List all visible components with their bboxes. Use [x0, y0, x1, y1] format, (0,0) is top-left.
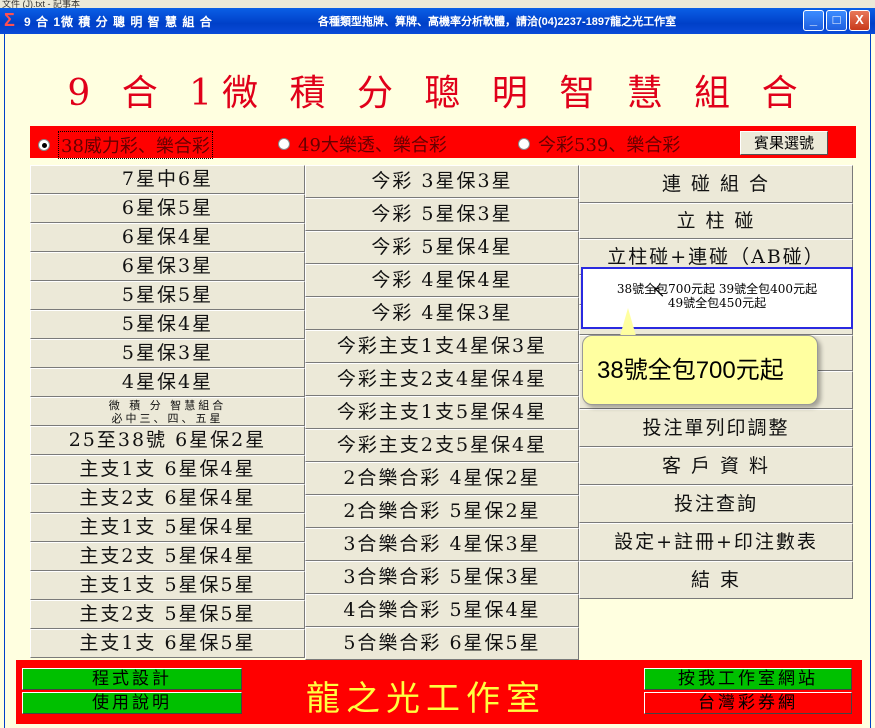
price-balloon: 38號全包700元起 [582, 335, 818, 405]
radio-49-label: 49大樂透、樂合彩 [298, 135, 447, 156]
col2-button-14[interactable]: 5合樂合彩 6星保5星 [305, 627, 579, 660]
col1-button-10[interactable]: 主支1支 6星保4星 [30, 455, 305, 484]
col2-button-12[interactable]: 3合樂合彩 5星保3星 [305, 561, 579, 594]
col3-button-8[interactable]: 客 戶 資 料 [579, 447, 853, 485]
col1-button-15[interactable]: 主支2支 5星保5星 [30, 600, 305, 629]
mouse-cursor-icon: ↖ [652, 282, 666, 301]
maximize-button[interactable]: □ [826, 10, 847, 31]
col1-button-3[interactable]: 6星保3星 [30, 252, 305, 281]
col3-button-10[interactable]: 設定+註冊+印注數表 [579, 523, 853, 561]
col2-button-4[interactable]: 今彩 4星保3星 [305, 297, 579, 330]
col1-button-11[interactable]: 主支2支 6星保4星 [30, 484, 305, 513]
col2-button-9[interactable]: 2合樂合彩 4星保2星 [305, 462, 579, 495]
col1-button-5[interactable]: 5星保4星 [30, 310, 305, 339]
studio-name: 龍之光工作室 [306, 679, 546, 719]
col3-button-0[interactable]: 連 碰 組 合 [579, 165, 853, 203]
window-subtitle: 各種類型拖牌、算牌、高機率分析軟體，請洽(04)2237-1897龍之光工作室 [318, 16, 677, 28]
col3-button-9[interactable]: 投注查詢 [579, 485, 853, 523]
radio-38-label: 38威力彩、樂合彩 [58, 131, 213, 159]
col3-button-7[interactable]: 投注單列印調整 [579, 409, 853, 447]
lottery-website-button[interactable]: 台灣彩券網 [644, 692, 852, 714]
col1-button-6[interactable]: 5星保3星 [30, 339, 305, 368]
col2-button-7[interactable]: 今彩主支1支5星保4星 [305, 396, 579, 429]
col1-button-7[interactable]: 4星保4星 [30, 368, 305, 397]
col3-button-1[interactable]: 立 柱 碰 [579, 203, 853, 239]
col1-button-4[interactable]: 5星保5星 [30, 281, 305, 310]
col1-button-16[interactable]: 主支1支 6星保5星 [30, 629, 305, 658]
col1-button-2[interactable]: 6星保4星 [30, 223, 305, 252]
title-bar[interactable]: Σ 9 合 1微 積 分 聰 明 智 慧 組 合 各種類型拖牌、算牌、高機率分析… [0, 8, 875, 34]
col1-button-12[interactable]: 主支1支 5星保4星 [30, 513, 305, 542]
col1-button-9[interactable]: 25至38號 6星保2星 [30, 426, 305, 455]
col2-button-2[interactable]: 今彩 5星保4星 [305, 231, 579, 264]
radio-539[interactable]: 今彩539、樂合彩 [518, 131, 680, 157]
radio-539-label: 今彩539、樂合彩 [538, 135, 681, 156]
col2-button-6[interactable]: 今彩主支2支4星保4星 [305, 363, 579, 396]
tooltip-line-1: 38號全包700元起 39號全包400元起 [616, 282, 818, 296]
radio-dot-icon [278, 138, 290, 150]
radio-dot-icon [38, 139, 50, 151]
balloon-tail [620, 308, 636, 336]
col1-button-1[interactable]: 6星保5星 [30, 194, 305, 223]
radio-49[interactable]: 49大樂透、樂合彩 [278, 131, 447, 157]
col2-button-8[interactable]: 今彩主支2支5星保4星 [305, 429, 579, 462]
window-title: 9 合 1微 積 分 聰 明 智 慧 組 合 [24, 15, 213, 29]
main-title: 9 合 1微 積 分 聰 明 智 慧 組 合 [67, 73, 808, 114]
col2-button-10[interactable]: 2合樂合彩 5星保2星 [305, 495, 579, 528]
col2-button-3[interactable]: 今彩 4星保4星 [305, 264, 579, 297]
radio-dot-icon [518, 138, 530, 150]
col1-button-14[interactable]: 主支1支 5星保5星 [30, 571, 305, 600]
sigma-icon: Σ [4, 10, 15, 30]
col1-button-0[interactable]: 7星中6星 [30, 165, 305, 194]
col3-button-11[interactable]: 結 束 [579, 561, 853, 599]
col1-button-8[interactable]: 微 積 分 智慧組合 必中三、四、五星 [30, 397, 305, 426]
col2-button-11[interactable]: 3合樂合彩 4星保3星 [305, 528, 579, 561]
minimize-button[interactable]: _ [803, 10, 824, 31]
close-button[interactable]: X [849, 10, 870, 31]
program-design-button[interactable]: 程式設計 [22, 668, 242, 690]
col2-button-1[interactable]: 今彩 5星保3星 [305, 198, 579, 231]
bingo-select-button[interactable]: 賓果選號 [740, 131, 828, 155]
website-button[interactable]: 按我工作室網站 [644, 668, 852, 690]
col1-button-13[interactable]: 主支2支 5星保4星 [30, 542, 305, 571]
col2-button-0[interactable]: 今彩 3星保3星 [305, 165, 579, 198]
usage-button[interactable]: 使用說明 [22, 692, 242, 714]
col2-button-5[interactable]: 今彩主支1支4星保3星 [305, 330, 579, 363]
radio-38[interactable]: 38威力彩、樂合彩 [38, 131, 213, 159]
col2-button-13[interactable]: 4合樂合彩 5星保4星 [305, 594, 579, 627]
